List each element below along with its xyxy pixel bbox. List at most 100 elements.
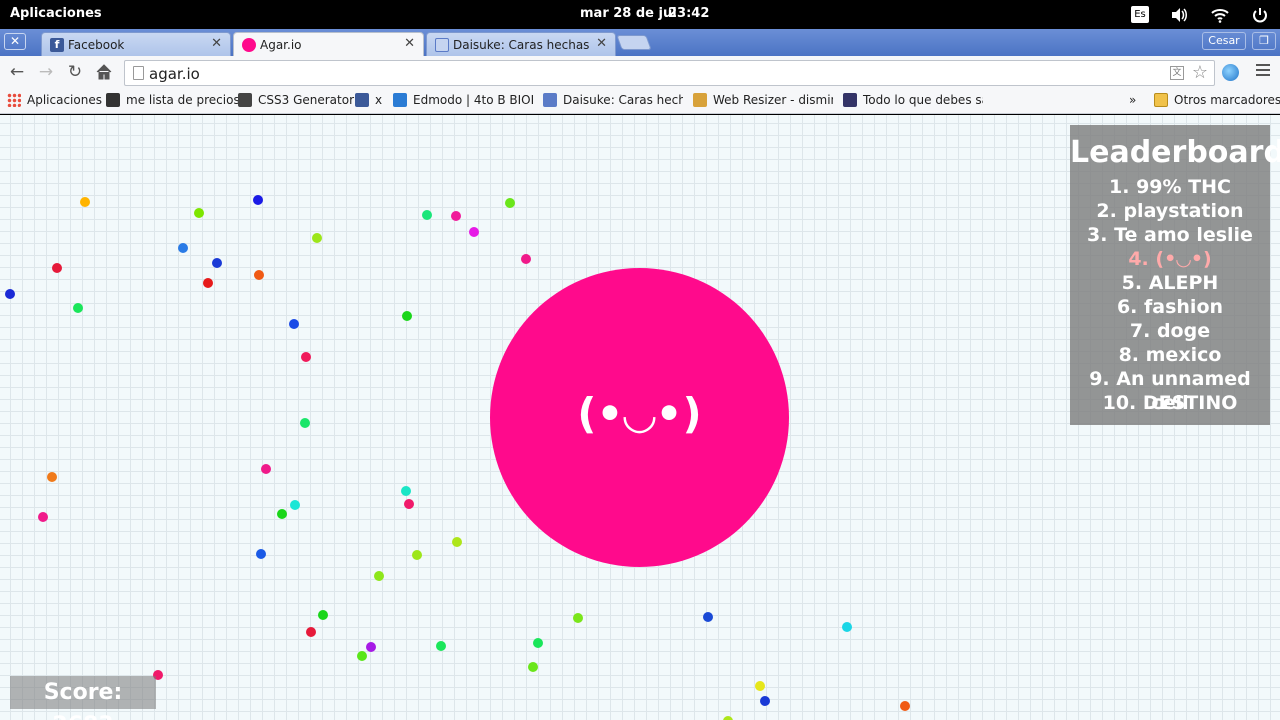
food-pellet <box>178 243 188 253</box>
tab-title: Daisuke: Caras hechas con <box>453 38 589 52</box>
food-pellet <box>723 716 733 720</box>
system-date[interactable]: mar 28 de jul <box>580 6 677 21</box>
tab-facebook[interactable]: f Facebook ✕ <box>41 32 231 56</box>
other-bookmarks-folder[interactable]: Otros marcadores <box>1154 93 1280 107</box>
food-pellet <box>533 638 543 648</box>
food-pellet <box>203 278 213 288</box>
reload-icon[interactable]: ↻ <box>64 61 86 83</box>
close-window-button[interactable]: ✕ <box>4 33 26 50</box>
tab-close-icon[interactable]: ✕ <box>404 36 415 51</box>
system-top-bar: Aplicaciones mar 28 de jul 23:42 Es <box>0 0 1280 29</box>
translate-icon[interactable]: 文 <box>1170 66 1184 80</box>
bookmark-css3-generator[interactable]: CSS3 Generator <box>238 93 354 107</box>
bookmark-facebook-x[interactable]: x <box>355 93 382 107</box>
bookmarks-bar: Aplicaciones me lista de precios CSS3 Ge… <box>0 88 1280 114</box>
keyboard-layout-indicator[interactable]: Es <box>1131 6 1149 23</box>
leaderboard-entry: 3. Te amo leslie <box>1087 224 1253 246</box>
leaderboard-entry: 10. DESTINO <box>1102 392 1238 414</box>
daisuke-favicon-icon <box>543 93 557 107</box>
system-time[interactable]: 23:42 <box>668 6 709 21</box>
food-pellet <box>306 627 316 637</box>
food-pellet <box>436 641 446 651</box>
food-pellet <box>80 197 90 207</box>
food-pellet <box>760 696 770 706</box>
power-icon[interactable] <box>1251 6 1269 24</box>
food-pellet <box>261 464 271 474</box>
address-bar[interactable]: agar.io 文 ☆ <box>124 60 1215 86</box>
food-pellet <box>5 289 15 299</box>
food-pellet <box>357 651 367 661</box>
system-apps-menu[interactable]: Aplicaciones <box>10 6 102 21</box>
new-tab-button[interactable] <box>616 35 652 50</box>
food-pellet <box>73 303 83 313</box>
page-icon <box>133 66 144 80</box>
food-pellet <box>900 701 910 711</box>
food-pellet <box>469 227 479 237</box>
leaderboard-entry: 8. mexico <box>1118 344 1222 366</box>
daisuke-favicon-icon <box>435 38 449 52</box>
food-pellet <box>521 254 531 264</box>
bookmark-web-resizer[interactable]: Web Resizer - disminu <box>693 93 833 107</box>
bookmark-aplicaciones[interactable]: Aplicaciones <box>7 93 102 107</box>
leaderboard-title: Leaderboard <box>1070 135 1280 170</box>
folder-icon <box>1154 93 1168 107</box>
tab-agar[interactable]: Agar.io ✕ <box>233 32 424 56</box>
bookmark-lista-precios[interactable]: me lista de precios <box>106 93 240 107</box>
food-pellet <box>374 571 384 581</box>
food-pellet <box>194 208 204 218</box>
food-pellet <box>256 549 266 559</box>
tab-close-icon[interactable]: ✕ <box>596 36 607 51</box>
browser-tab-strip: ✕ f Facebook ✕ Agar.io ✕ Daisuke: Caras … <box>0 29 1280 56</box>
home-icon[interactable] <box>93 61 115 83</box>
food-pellet <box>289 319 299 329</box>
food-pellet <box>404 499 414 509</box>
agar-game-canvas[interactable]: (•◡•) Leaderboard 1. 99% THC 2. playstat… <box>0 115 1280 720</box>
facebook-favicon-icon: f <box>50 38 64 52</box>
leaderboard-entry: 5. ALEPH <box>1121 272 1219 294</box>
player-cell-name: (•◡•) <box>577 389 702 438</box>
leaderboard-panel: Leaderboard 1. 99% THC 2. playstation 3.… <box>1070 125 1280 425</box>
restore-window-icon[interactable]: ❐ <box>1252 32 1276 50</box>
food-pellet <box>573 613 583 623</box>
food-pellet <box>301 352 311 362</box>
food-pellet <box>47 472 57 482</box>
food-pellet <box>842 622 852 632</box>
bookmark-edmodo[interactable]: Edmodo | 4to B BIOLO <box>393 93 533 107</box>
extension-globe-icon[interactable] <box>1222 64 1239 81</box>
leaderboard-entry-player: 4. (•◡•) <box>1128 248 1212 270</box>
bookmarks-overflow-chevron-icon[interactable]: » <box>1129 93 1136 107</box>
food-pellet <box>422 210 432 220</box>
browser-toolbar: ← → ↻ agar.io 文 ☆ <box>0 56 1280 88</box>
food-pellet <box>318 610 328 620</box>
bookmark-star-icon[interactable]: ☆ <box>1192 62 1208 83</box>
forward-arrow-icon[interactable]: → <box>35 61 57 83</box>
agar-favicon-icon <box>242 38 256 52</box>
tab-title: Facebook <box>68 38 125 52</box>
food-pellet <box>412 550 422 560</box>
food-pellet <box>300 418 310 428</box>
food-pellet <box>290 500 300 510</box>
wifi-icon[interactable] <box>1211 6 1229 24</box>
food-pellet <box>212 258 222 268</box>
player-cell: (•◡•) <box>490 268 789 567</box>
back-arrow-icon[interactable]: ← <box>6 61 28 83</box>
food-pellet <box>366 642 376 652</box>
score-display: Score: 2683 <box>10 676 156 720</box>
profile-user-button[interactable]: Cesar <box>1202 32 1246 50</box>
volume-icon[interactable] <box>1170 6 1188 24</box>
food-pellet <box>254 270 264 280</box>
chrome-menu-icon[interactable] <box>1256 64 1270 78</box>
bookmark-todo-lo-que[interactable]: Todo lo que debes sab <box>843 93 983 107</box>
food-pellet <box>703 612 713 622</box>
edmodo-favicon-icon <box>393 93 407 107</box>
food-pellet <box>312 233 322 243</box>
url-text[interactable]: agar.io <box>149 65 200 83</box>
food-pellet <box>38 512 48 522</box>
leaderboard-entry: 9. An unnamed cell <box>1089 368 1251 414</box>
bookmark-daisuke[interactable]: Daisuke: Caras hechas <box>543 93 683 107</box>
web-resizer-favicon-icon <box>693 93 707 107</box>
tab-close-icon[interactable]: ✕ <box>211 36 222 51</box>
bookmark-favicon-icon <box>843 93 857 107</box>
tab-daisuke[interactable]: Daisuke: Caras hechas con ✕ <box>426 32 616 56</box>
food-pellet <box>277 509 287 519</box>
